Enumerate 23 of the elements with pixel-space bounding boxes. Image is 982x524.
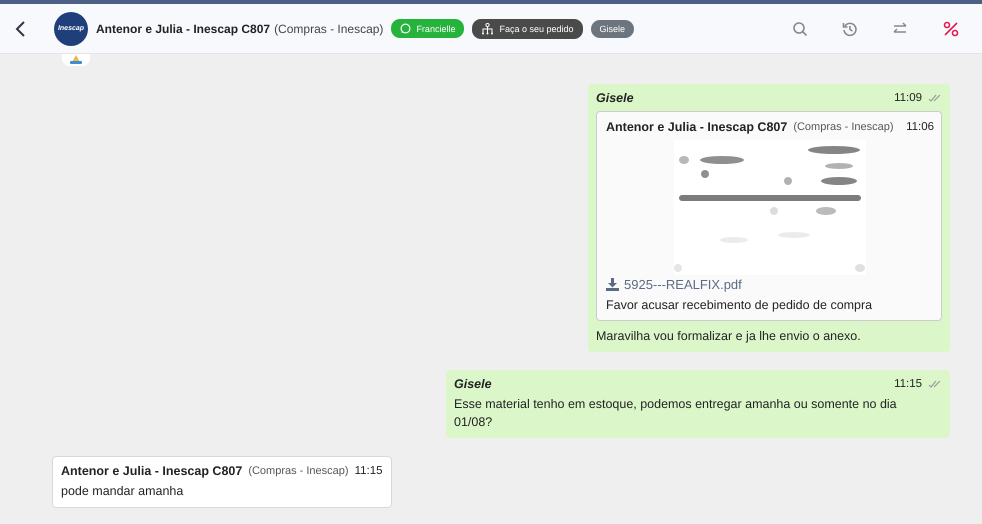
- message-author: Gisele: [596, 91, 635, 105]
- message-time: 11:09: [894, 92, 922, 104]
- chat-title: Antenor e Julia - Inescap C807: [96, 22, 270, 36]
- download-icon: [606, 278, 619, 291]
- message-time: 11:15: [354, 465, 383, 477]
- quote-time: 11:06: [906, 121, 934, 133]
- message-author: Gisele: [454, 377, 493, 391]
- message-time: 11:15: [894, 378, 922, 390]
- tag: Francielle: [391, 19, 464, 38]
- message-text: pode mandar amanha: [61, 483, 184, 500]
- message-author: Antenor e Julia - Inescap C807: [61, 464, 242, 478]
- tag: Faça o seu pedido: [472, 18, 583, 38]
- message-subtitle: (Compras - Inescap): [248, 465, 349, 477]
- chat-icon: [400, 23, 412, 34]
- message-text: Esse material tenho em estoque, podemos entregar amanha ou somente no dia 01/08?: [454, 396, 898, 431]
- chat-subtitle: (Compras - Inescap): [274, 22, 384, 36]
- quote-text: Favor acusar recebimento de pedido de compra: [606, 297, 874, 314]
- quote-author: Antenor e Julia - Inescap C807: [606, 120, 788, 134]
- attachment-link[interactable]: 5925---REALFIX.pdf: [606, 277, 934, 292]
- hierarchy-icon: [481, 22, 494, 34]
- message-text: Maravilha vou formalizar e ja lhe envio o anexo.: [596, 328, 862, 345]
- quote-subtitle: (Compras - Inescap): [793, 121, 894, 133]
- tag: Gisele: [590, 20, 634, 38]
